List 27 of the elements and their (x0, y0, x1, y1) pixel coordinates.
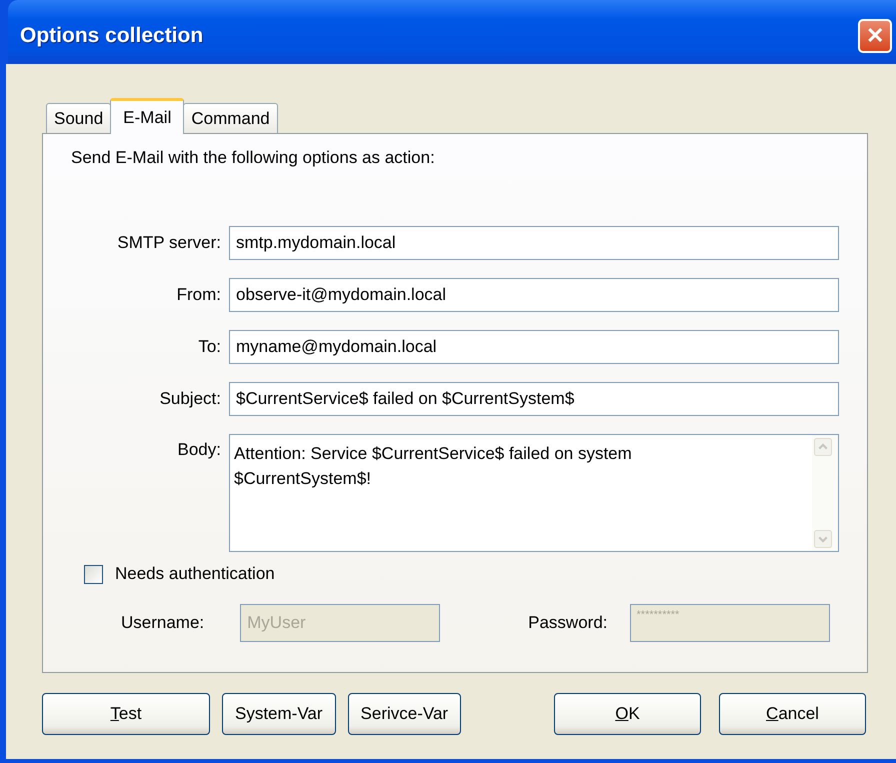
field-label: SMTP server: (116, 233, 221, 253)
input-field[interactable]: myname@mydomain.local (229, 330, 839, 364)
dialog-button[interactable]: Serivce-Var (348, 693, 462, 735)
intro-text: Send E-Mail with the following options as action: (71, 148, 436, 168)
tab[interactable]: Command (183, 103, 278, 133)
field-label: To: (197, 337, 221, 357)
dialog-button[interactable]: OK (554, 693, 701, 735)
window-title: Options collection (20, 24, 204, 48)
checkbox-label: Needs authentication (115, 564, 275, 584)
scroll-down-icon[interactable] (814, 530, 832, 548)
scroll-up-icon[interactable] (814, 438, 832, 456)
input-field[interactable]: smtp.mydomain.local (229, 226, 839, 260)
tab[interactable]: Sound (46, 103, 112, 133)
field-label: Body: (176, 440, 221, 460)
field-label: From: (176, 285, 221, 305)
field-label: Username: (121, 613, 204, 633)
field-label: Password: (528, 613, 608, 633)
dialog-button[interactable]: Test (42, 693, 210, 735)
dialog-button[interactable]: System-Var (222, 693, 336, 735)
tab[interactable]: E-Mail (110, 98, 184, 134)
checkbox[interactable] (84, 564, 103, 584)
input-field[interactable]: observe-it@mydomain.local (229, 278, 839, 312)
input-field[interactable]: $CurrentService$ failed on $CurrentSystem$ (229, 382, 839, 416)
scrollbar[interactable] (812, 435, 838, 551)
dialog-button[interactable]: Cancel (719, 693, 866, 735)
field-label: Subject: (158, 389, 221, 409)
body-field[interactable]: Attention: Service $CurrentService$ failed on system $CurrentSystem$! (229, 434, 839, 552)
